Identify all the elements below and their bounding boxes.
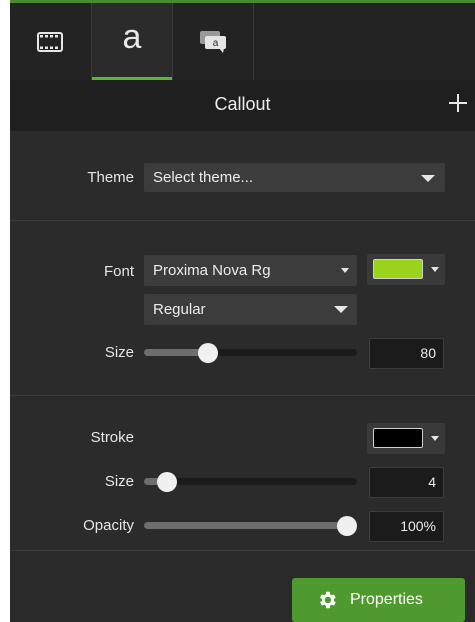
chevron-down-icon — [421, 175, 435, 182]
stroke-size-input[interactable]: 4 — [369, 467, 444, 498]
stroke-color-swatch — [373, 428, 423, 448]
tab-callouts[interactable]: a — [173, 3, 253, 80]
section-divider — [10, 220, 475, 221]
font-style-dropdown[interactable]: Regular — [144, 294, 357, 325]
plus-icon[interactable] — [445, 90, 471, 116]
font-family-dropdown[interactable]: Proxima Nova Rg — [144, 255, 357, 286]
tab-strip: a a — [10, 3, 475, 80]
theme-value: Select theme... — [153, 169, 254, 186]
font-size-label: Size — [104, 344, 134, 361]
callout-properties-panel: a a Callout Theme Select theme... Font P… — [10, 0, 475, 622]
opacity-slider-thumb[interactable] — [337, 516, 357, 536]
tab-media[interactable] — [10, 3, 90, 80]
opacity-slider-fill — [144, 522, 347, 529]
properties-button[interactable]: Properties — [292, 578, 465, 622]
tab-annotations[interactable]: a — [92, 3, 172, 80]
opacity-label: Opacity — [83, 517, 134, 534]
theme-dropdown[interactable]: Select theme... — [144, 163, 445, 192]
panel-title: Callout — [214, 94, 271, 114]
chevron-down-icon — [431, 436, 439, 441]
font-style-value: Regular — [153, 301, 206, 318]
font-size-slider[interactable] — [144, 343, 357, 363]
properties-button-label: Properties — [350, 591, 423, 608]
opacity-slider[interactable] — [144, 516, 357, 536]
font-label: Font — [103, 263, 134, 280]
stroke-color-picker[interactable] — [367, 423, 445, 454]
callout-bubble-icon: a — [200, 30, 226, 53]
opacity-input[interactable]: 100% — [369, 511, 444, 542]
stroke-size-slider[interactable] — [144, 472, 357, 492]
panel-footer: Properties — [10, 551, 475, 622]
stroke-size-label: Size — [104, 473, 134, 490]
panel-header: Callout — [10, 80, 475, 131]
chevron-down-icon — [341, 268, 349, 273]
section-divider — [10, 395, 475, 396]
tab-divider — [253, 3, 254, 80]
font-color-picker[interactable] — [367, 254, 445, 285]
font-color-swatch — [373, 259, 423, 279]
svg-text:a: a — [213, 38, 219, 49]
gear-icon — [320, 591, 336, 609]
stroke-label: Stroke — [90, 429, 134, 446]
annotation-a-icon: a — [122, 18, 142, 56]
font-family-value: Proxima Nova Rg — [153, 262, 271, 279]
stroke-size-slider-thumb[interactable] — [157, 472, 178, 492]
film-strip-icon — [37, 31, 63, 52]
theme-label: Theme — [87, 169, 134, 186]
chevron-down-icon — [334, 306, 348, 313]
chevron-down-icon — [431, 267, 439, 272]
font-size-slider-thumb[interactable] — [197, 343, 218, 363]
font-size-input[interactable]: 80 — [369, 338, 444, 369]
